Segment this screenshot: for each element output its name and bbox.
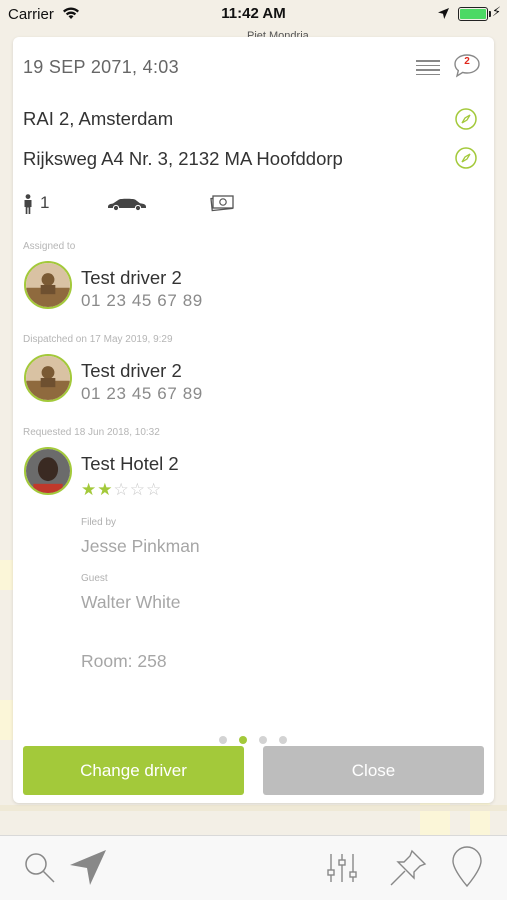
dispatched-driver-phone[interactable]: 01 23 45 67 89 xyxy=(81,384,203,404)
star-filled-icon: ★ xyxy=(81,480,97,499)
location-services-icon xyxy=(437,7,450,25)
page-dot[interactable] xyxy=(219,736,227,744)
status-time: 11:42 AM xyxy=(221,5,286,22)
filed-by-value: Jesse Pinkman xyxy=(81,536,200,556)
dispatched-driver-name: Test driver 2 xyxy=(81,360,182,381)
passenger-count: 1 xyxy=(40,193,50,212)
battery-tip xyxy=(489,11,491,17)
pickup-address: RAI 2, Amsterdam xyxy=(23,108,174,129)
assigned-to-label: Assigned to xyxy=(23,241,76,252)
hotel-name: Test Hotel 2 xyxy=(81,453,179,474)
battery-fill xyxy=(460,9,486,19)
battery-icon xyxy=(458,7,488,21)
page-dot[interactable] xyxy=(259,736,267,744)
map-road xyxy=(0,805,507,811)
chat-badge-count: 2 xyxy=(464,56,470,67)
requested-label: Requested 18 Jun 2018, 10:32 xyxy=(23,427,160,438)
tab-bar xyxy=(0,835,507,900)
page-dot[interactable] xyxy=(239,736,247,744)
change-driver-button[interactable]: Change driver xyxy=(23,746,244,795)
charging-icon: ⚡ xyxy=(492,4,502,19)
page-dot[interactable] xyxy=(279,736,287,744)
close-button[interactable]: Close xyxy=(263,746,484,795)
star-empty-icon: ☆ xyxy=(146,480,162,499)
ride-datetime: 19 SEP 2071, 4:03 xyxy=(23,57,179,77)
guest-label: Guest xyxy=(81,573,108,584)
star-empty-icon: ☆ xyxy=(129,480,145,499)
room-number: Room: 258 xyxy=(81,651,167,671)
cash-icon xyxy=(210,194,234,217)
dropoff-address: Rijksweg A4 Nr. 3, 2132 MA Hoofddorp xyxy=(23,148,343,169)
menu-icon[interactable] xyxy=(416,60,440,75)
search-icon[interactable] xyxy=(22,850,56,889)
status-bar: Carrier 11:42 AM ⚡ xyxy=(0,0,507,28)
avatar xyxy=(24,354,72,402)
dispatched-label: Dispatched on 17 May 2019, 9:29 xyxy=(23,334,173,345)
sliders-icon[interactable] xyxy=(326,852,358,889)
hotel-rating: ★★☆☆☆ xyxy=(81,480,162,500)
avatar xyxy=(24,447,72,495)
star-empty-icon: ☆ xyxy=(113,480,129,499)
car-icon xyxy=(106,197,148,216)
navigation-arrow-icon[interactable] xyxy=(68,848,108,891)
assigned-driver-phone[interactable]: 01 23 45 67 89 xyxy=(81,291,203,311)
pin-icon[interactable] xyxy=(388,848,428,893)
ride-detail-card: 19 SEP 2071, 4:03 2 RAI 2, Amsterdam Rij… xyxy=(13,37,494,803)
compass-icon[interactable] xyxy=(455,147,477,169)
passenger-icon xyxy=(23,194,33,219)
avatar xyxy=(24,261,72,309)
location-marker-icon[interactable] xyxy=(451,846,483,893)
compass-icon[interactable] xyxy=(455,108,477,130)
assigned-driver-name: Test driver 2 xyxy=(81,267,182,288)
filed-by-label: Filed by xyxy=(81,517,117,528)
chat-icon[interactable]: 2 xyxy=(453,53,481,79)
ride-info-row: 1 xyxy=(13,191,494,217)
star-filled-icon: ★ xyxy=(97,480,113,499)
guest-value: Walter White xyxy=(81,592,181,612)
